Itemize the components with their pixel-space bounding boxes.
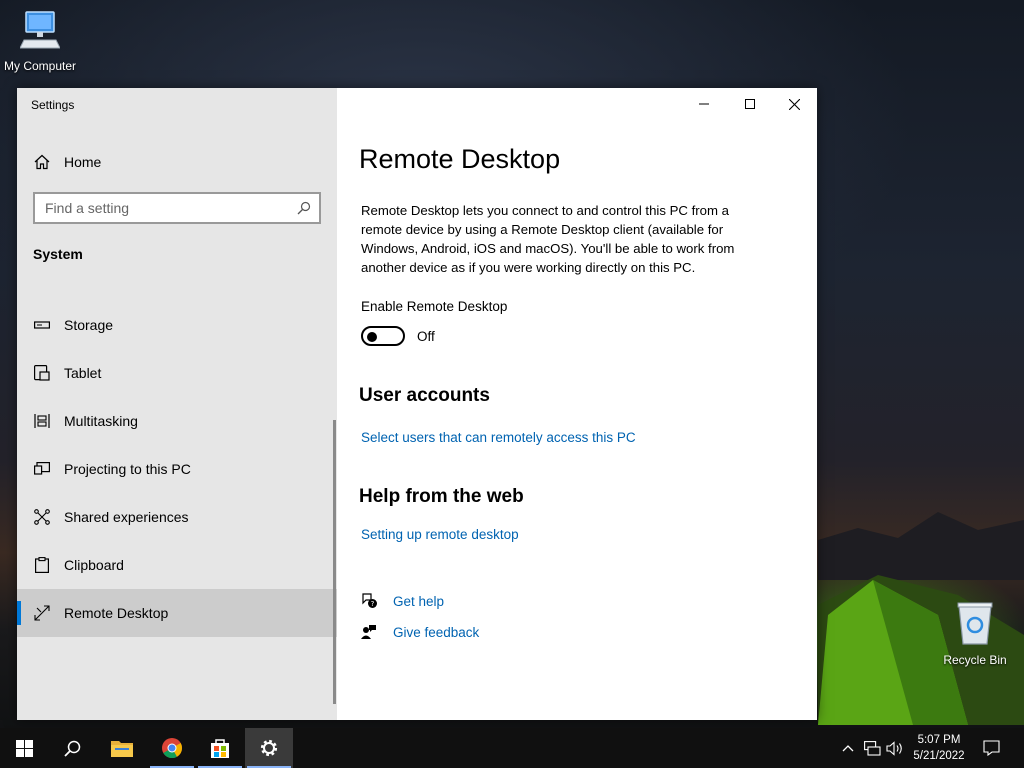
sidebar-item-label: Tablet [64,365,102,381]
gear-icon [260,739,278,757]
sidebar-item-remote-desktop[interactable]: Remote Desktop [17,589,337,637]
search-icon[interactable] [297,201,311,220]
chrome-button[interactable] [148,728,196,768]
window-title: Settings [31,98,75,112]
minimize-icon [699,103,709,105]
folder-icon [111,741,133,757]
page-title: Remote Desktop [359,144,561,174]
enable-remote-desktop-toggle[interactable] [361,326,405,346]
storage-icon [33,320,51,330]
shared-experiences-icon [33,509,51,525]
sidebar-section-heading: System [33,246,83,262]
select-users-link[interactable]: Select users that can remotely access th… [361,430,636,445]
multitasking-icon [33,413,51,429]
projecting-icon [33,462,51,476]
sidebar-item-projecting[interactable]: Projecting to this PC [17,445,337,493]
store-button[interactable] [196,728,244,768]
network-button[interactable] [862,738,882,758]
mountain-silhouette [818,512,1024,580]
taskbar: 5:07 PM 5/21/2022 [0,728,1024,768]
toggle-state-label: Off [417,329,435,344]
setting-up-remote-desktop-link[interactable]: Setting up remote desktop [361,527,519,542]
give-feedback-row[interactable]: Give feedback [361,624,479,640]
network-icon [863,740,881,756]
search-icon [63,740,80,757]
notification-icon [982,740,1000,756]
minimize-button[interactable] [681,88,727,120]
sidebar-item-storage[interactable]: Storage [17,301,337,349]
sidebar-scrollbar[interactable] [333,420,336,704]
sidebar-item-label: Clipboard [64,557,124,573]
taskbar-clock[interactable]: 5:07 PM 5/21/2022 [905,732,973,764]
sidebar-item-label: Projecting to this PC [64,461,191,477]
feedback-icon [361,624,379,640]
svg-text:?: ? [371,600,375,608]
chrome-icon [162,738,183,759]
sidebar-item-clipboard[interactable]: Clipboard [17,541,337,589]
close-icon [788,98,800,110]
show-hidden-icons-button[interactable] [838,738,858,758]
settings-content: Remote Desktop Remote Desktop lets you c… [337,88,817,720]
page-description: Remote Desktop lets you connect to and c… [361,203,735,275]
sidebar-item-home[interactable]: Home [17,146,337,178]
clock-date: 5/21/2022 [913,750,965,762]
home-icon [34,154,50,170]
sidebar-item-shared-experiences[interactable]: Shared experiences [17,493,337,541]
search-box [33,192,321,224]
settings-window: Settings Home System Storage [17,88,817,720]
enable-remote-desktop-label: Enable Remote Desktop [361,299,508,314]
desktop-icon-my-computer[interactable]: My Computer [0,10,80,73]
remote-desktop-icon [33,605,51,621]
file-explorer-button[interactable] [98,728,146,768]
settings-sidebar: Settings Home System Storage [17,88,337,720]
search-taskbar-button[interactable] [48,728,96,768]
search-input[interactable] [35,200,285,216]
sidebar-item-label: Home [64,154,102,170]
help-from-web-heading: Help from the web [359,486,524,507]
sidebar-item-label: Storage [64,317,114,333]
sidebar-item-multitasking[interactable]: Multitasking [17,397,337,445]
sidebar-item-label: Multitasking [64,413,138,429]
get-help-row[interactable]: ? Get help [361,593,444,609]
get-help-icon: ? [361,593,379,609]
desktop-icon-label: My Computer [3,59,77,73]
volume-button[interactable] [885,738,905,758]
get-help-link: Get help [393,593,445,609]
desktop-icon-recycle-bin[interactable]: Recycle Bin [935,600,1015,667]
action-center-button[interactable] [981,738,1001,758]
start-button[interactable] [0,728,48,768]
maximize-icon [745,99,755,109]
sidebar-item-label: Shared experiences [64,509,189,525]
sidebar-nav: Storage Tablet Multitasking Projecting t… [17,301,337,637]
desktop-icon-label: Recycle Bin [943,653,1007,667]
clock-time: 5:07 PM [917,734,961,746]
store-icon [211,739,229,758]
speaker-icon [886,740,902,756]
sidebar-item-label: Remote Desktop [64,605,169,621]
computer-icon [0,10,80,55]
chevron-up-icon [842,745,854,752]
windows-logo-icon [15,739,33,757]
settings-taskbar-button[interactable] [245,728,293,768]
toggle-knob [367,332,377,342]
sidebar-item-tablet[interactable]: Tablet [17,349,337,397]
clipboard-icon [33,557,51,573]
close-button[interactable] [771,88,817,120]
give-feedback-link: Give feedback [393,624,480,640]
tablet-icon [33,365,51,381]
maximize-button[interactable] [727,88,773,120]
recycle-bin-icon [935,600,1015,649]
user-accounts-heading: User accounts [359,385,490,406]
